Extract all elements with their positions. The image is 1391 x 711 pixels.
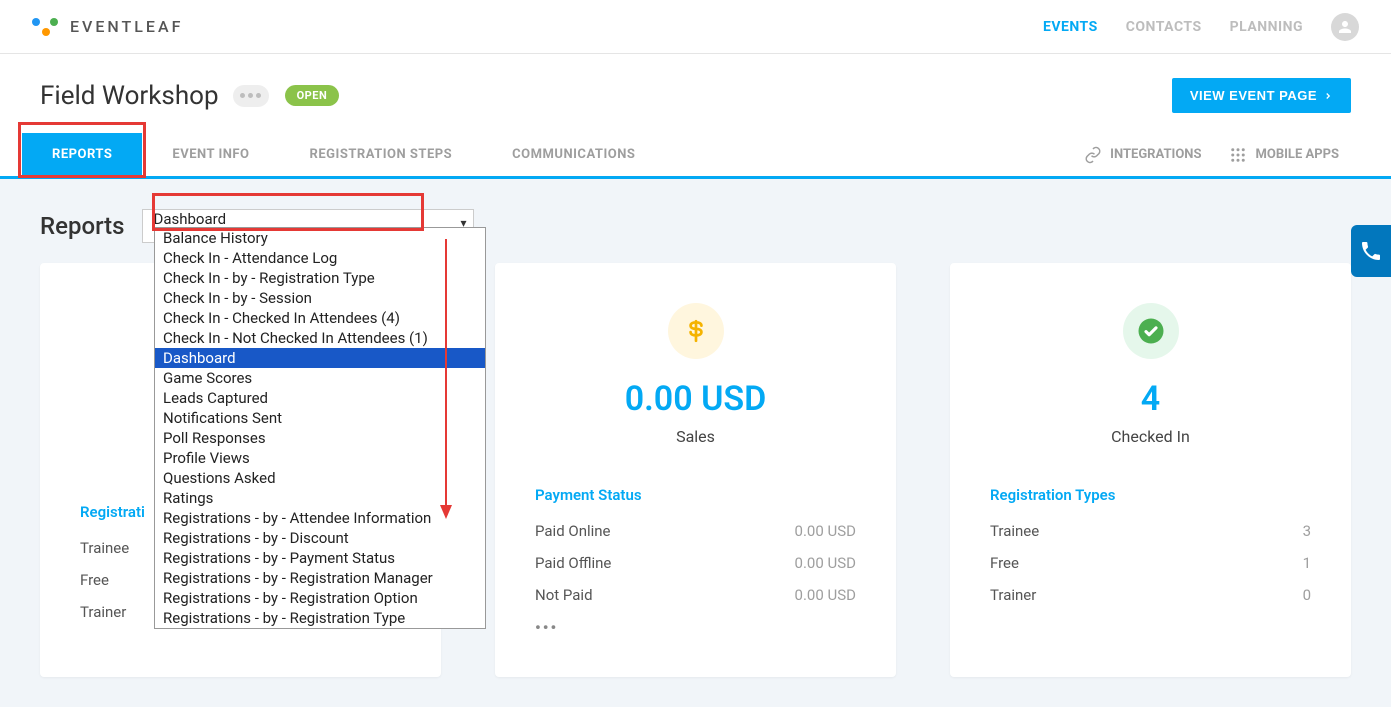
tab-communications[interactable]: COMMUNICATIONS xyxy=(482,133,665,176)
card-checked-in: 4 Checked In Registration Types Trainee … xyxy=(950,263,1351,677)
report-option[interactable]: Registrations - by - Attendee Informatio… xyxy=(155,508,485,528)
reports-title: Reports xyxy=(40,212,124,240)
sales-value: 0.00 USD xyxy=(535,379,856,419)
row-value: 0 xyxy=(1303,586,1311,604)
card-section-title: Registration Types xyxy=(990,486,1311,504)
sales-label: Sales xyxy=(535,427,856,446)
status-badge: OPEN xyxy=(285,85,340,106)
person-icon xyxy=(1336,18,1354,36)
logo-icon xyxy=(32,14,58,40)
report-option[interactable]: Game Scores xyxy=(155,368,485,388)
report-option[interactable]: Questions Asked xyxy=(155,468,485,488)
chevron-right-icon xyxy=(1323,91,1333,101)
row-label: Free xyxy=(80,571,109,589)
event-header: Field Workshop OPEN VIEW EVENT PAGE xyxy=(0,54,1391,123)
checkin-label: Checked In xyxy=(990,427,1311,446)
nav-planning[interactable]: PLANNING xyxy=(1230,19,1303,35)
report-option[interactable]: Leads Captured xyxy=(155,388,485,408)
report-dropdown-list[interactable]: Balance HistoryCheck In - Attendance Log… xyxy=(154,227,486,629)
checkin-value: 4 xyxy=(990,379,1311,419)
report-option[interactable]: Check In - Checked In Attendees (4) xyxy=(155,308,485,328)
event-title: Field Workshop xyxy=(40,81,219,111)
integrations-link[interactable]: INTEGRATIONS xyxy=(1084,146,1201,164)
report-option[interactable]: Notifications Sent xyxy=(155,408,485,428)
nav-events[interactable]: EVENTS xyxy=(1043,19,1098,35)
list-item: Paid Offline 0.00 USD xyxy=(535,554,856,572)
view-event-page-button[interactable]: VIEW EVENT PAGE xyxy=(1172,78,1351,113)
integrations-label: INTEGRATIONS xyxy=(1110,147,1201,162)
list-item: Trainee 3 xyxy=(990,522,1311,540)
report-option[interactable]: Balance History xyxy=(155,228,485,248)
card-sales: 0.00 USD Sales Payment Status Paid Onlin… xyxy=(495,263,896,677)
report-option[interactable]: Registrations - by - Registration Type xyxy=(155,608,485,628)
report-option[interactable]: Ratings xyxy=(155,488,485,508)
report-option[interactable]: Check In - by - Session xyxy=(155,288,485,308)
row-value: 3 xyxy=(1303,522,1311,540)
row-label: Paid Offline xyxy=(535,554,611,572)
tab-reports[interactable]: REPORTS xyxy=(22,133,142,176)
report-option[interactable]: Registrations - by - Registration Option xyxy=(155,588,485,608)
report-option[interactable]: Check In - by - Registration Type xyxy=(155,268,485,288)
row-value: 0.00 USD xyxy=(795,586,856,604)
report-option[interactable]: Check In - Attendance Log xyxy=(155,248,485,268)
row-value: 1 xyxy=(1303,554,1311,572)
row-label: Trainer xyxy=(990,586,1036,604)
logo[interactable]: EVENTLEAF xyxy=(32,14,183,40)
content-area: Reports Dashboard Balance HistoryCheck I… xyxy=(0,179,1391,707)
event-more-button[interactable] xyxy=(233,85,269,107)
row-value: 0.00 USD xyxy=(795,554,856,572)
nav-contacts[interactable]: CONTACTS xyxy=(1126,19,1202,35)
user-avatar[interactable] xyxy=(1331,13,1359,41)
call-fab[interactable] xyxy=(1351,225,1391,277)
mobile-apps-label: MOBILE APPS xyxy=(1255,147,1339,162)
report-option[interactable]: Registrations - by - Registration Manage… xyxy=(155,568,485,588)
row-label: Trainee xyxy=(80,539,129,557)
report-option[interactable]: Registrations - by - Discount xyxy=(155,528,485,548)
row-value: 0.00 USD xyxy=(795,522,856,540)
list-item: Trainer 0 xyxy=(990,586,1311,604)
report-option[interactable]: Poll Responses xyxy=(155,428,485,448)
check-circle-icon xyxy=(1123,303,1179,359)
report-option[interactable]: Profile Views xyxy=(155,448,485,468)
row-label: Trainer xyxy=(80,603,126,621)
report-option[interactable]: Registrations - by - Payment Status xyxy=(155,548,485,568)
row-label: Free xyxy=(990,554,1019,572)
row-label: Trainee xyxy=(990,522,1039,540)
more-ellipsis[interactable]: ••• xyxy=(535,618,856,637)
report-option[interactable]: Check In - Not Checked In Attendees (1) xyxy=(155,328,485,348)
dollar-icon xyxy=(668,303,724,359)
card-section-title: Payment Status xyxy=(535,486,856,504)
row-label: Not Paid xyxy=(535,586,593,604)
phone-icon xyxy=(1359,239,1383,263)
view-event-page-label: VIEW EVENT PAGE xyxy=(1190,88,1317,103)
apps-icon xyxy=(1229,146,1247,164)
top-nav: EVENTLEAF EVENTS CONTACTS PLANNING xyxy=(0,0,1391,54)
list-item: Free 1 xyxy=(990,554,1311,572)
tab-event-info[interactable]: EVENT INFO xyxy=(142,133,279,176)
link-icon xyxy=(1084,146,1102,164)
mobile-apps-link[interactable]: MOBILE APPS xyxy=(1229,146,1339,164)
list-item: Not Paid 0.00 USD xyxy=(535,586,856,604)
row-label: Paid Online xyxy=(535,522,611,540)
tab-registration-steps[interactable]: REGISTRATION STEPS xyxy=(280,133,483,176)
tabs-row: REPORTS EVENT INFO REGISTRATION STEPS CO… xyxy=(0,123,1391,179)
list-item: Paid Online 0.00 USD xyxy=(535,522,856,540)
report-option[interactable]: Dashboard xyxy=(155,348,485,368)
brand-name: EVENTLEAF xyxy=(70,17,183,36)
